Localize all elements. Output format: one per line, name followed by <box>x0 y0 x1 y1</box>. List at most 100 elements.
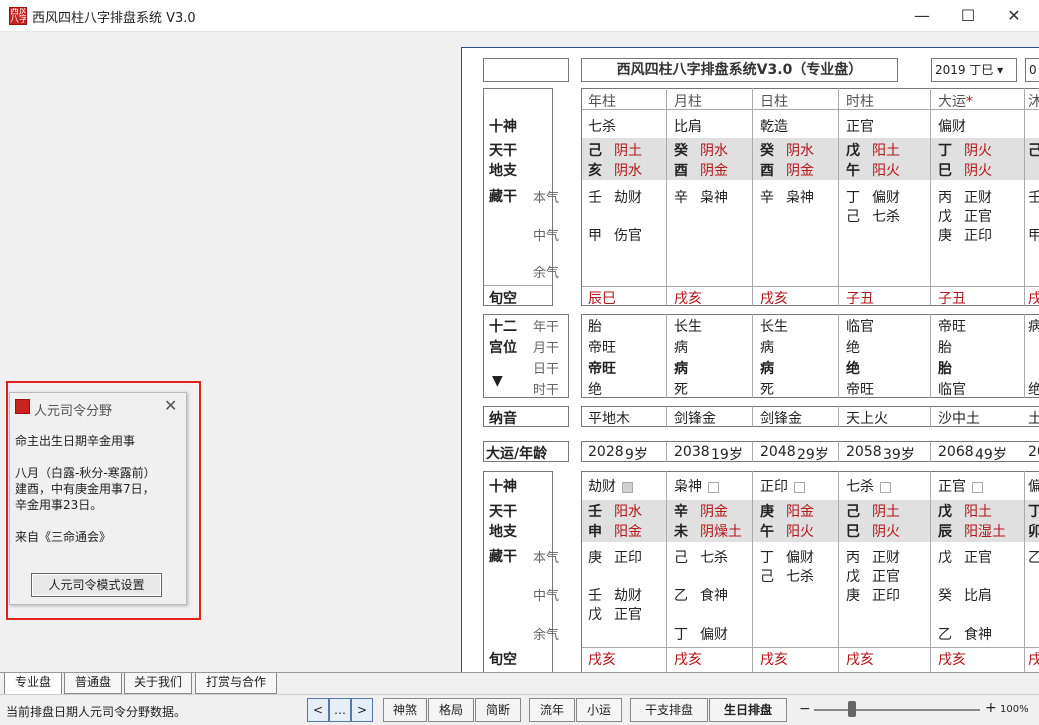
shengri-paipan-button[interactable]: 生日排盘 <box>709 698 787 722</box>
dy-dizhi-wuxing: 阴火 <box>872 524 900 540</box>
zoom-in-button[interactable]: + <box>985 700 997 716</box>
benqi-god: 劫财 <box>614 190 642 206</box>
dy-benqi2-stem: 己 <box>760 569 774 585</box>
dy-shishen-value: 枭神 <box>674 476 719 496</box>
liunian-button[interactable]: 流年 <box>529 698 575 722</box>
year-select[interactable]: 2019 丁巳 ▾ <box>931 58 1017 82</box>
dayun-checkbox[interactable] <box>972 481 983 493</box>
dayun-checkbox[interactable] <box>794 481 805 493</box>
column-divider <box>930 314 931 398</box>
dy-dizhi-char: 午 <box>760 524 774 540</box>
tab-donate[interactable]: 打赏与合作 <box>195 673 277 694</box>
zoom-slider-thumb[interactable] <box>848 701 856 717</box>
dy-zhongqi-god: 正印 <box>872 588 900 604</box>
benqi-label: 本气 <box>533 191 560 206</box>
partial-year: 20 <box>1028 444 1039 460</box>
jianduan-button[interactable]: 简断 <box>475 698 521 722</box>
close-window-button[interactable]: ✕ <box>991 0 1037 32</box>
renyuan-settings-button[interactable]: 人元司令模式设置 <box>31 573 162 597</box>
zhongqi-label: 中气 <box>533 229 560 244</box>
chart-board: 西风四柱八字排盘系统V3.0（专业盘） 2019 丁巳 ▾ 0 十神 天干 地支 藏干 本气中… <box>461 47 1039 672</box>
extra-select[interactable]: 0 <box>1025 58 1039 82</box>
xunkong-value: 戌亥 <box>760 291 788 307</box>
ganzhi-paipan-button[interactable]: 干支排盘 <box>630 698 708 722</box>
dayun-checkbox[interactable] <box>880 481 891 493</box>
column-divider <box>838 314 839 398</box>
dayun-checkbox[interactable] <box>622 481 633 493</box>
partial-xunkong: 戌 <box>1028 288 1039 308</box>
title-bar: 西风 八字 西风四柱八字排盘系统 V3.0 — ☐ ✕ <box>0 0 1039 32</box>
minimize-button[interactable]: — <box>899 0 945 32</box>
benqi2-stem: 己 <box>846 209 860 225</box>
benqi-god: 偏财 <box>872 190 900 206</box>
benqi-stem: 丁 <box>846 190 860 206</box>
dy-yuqi-stem: 乙 <box>938 627 952 643</box>
gongwei-label: 宫位 <box>489 340 517 356</box>
dy-xunkong-value: 戌亥 <box>846 652 874 668</box>
tab-about[interactable]: 关于我们 <box>124 673 192 694</box>
maximize-button[interactable]: ☐ <box>945 0 991 32</box>
more-button[interactable]: … <box>329 698 351 722</box>
window-title: 西风四柱八字排盘系统 V3.0 <box>32 11 196 26</box>
dy-benqi2-stem: 戊 <box>846 569 860 585</box>
app-logo-icon: 西风 八字 <box>9 7 27 25</box>
partial-gw1: 病 <box>1028 316 1039 336</box>
column-divider <box>1024 88 1025 306</box>
name-box[interactable] <box>483 58 569 82</box>
benqi-stem: 辛 <box>674 190 688 206</box>
xunkong-label: 旬空 <box>489 291 517 307</box>
xunkong-value: 戌亥 <box>674 291 702 307</box>
partial-zhongqi: 甲 <box>1028 225 1039 245</box>
dizhi-wuxing: 阳火 <box>872 163 900 179</box>
dizhi-char: 酉 <box>674 163 688 179</box>
column-divider <box>752 441 753 462</box>
app-logo-text: 西风 八字 <box>10 7 27 25</box>
zoom-out-button[interactable]: − <box>799 701 811 717</box>
nayin-label: 纳音 <box>489 411 517 427</box>
tiangan-char: 己 <box>588 143 602 159</box>
column-header: 日柱 <box>760 94 788 110</box>
status-text: 当前排盘日期人元司令分野数据。 <box>6 705 187 719</box>
dy-yuqi-god: 偏财 <box>700 627 728 643</box>
rigan-label: 日干 <box>533 362 560 377</box>
xunkong-divider <box>582 286 1039 287</box>
dy-benqi-god: 偏财 <box>786 550 814 566</box>
shensha-button[interactable]: 神煞 <box>383 698 427 722</box>
partial-dy-gan: 丁 <box>1028 501 1039 521</box>
tiangan-char: 癸 <box>674 143 688 159</box>
popup-close-icon[interactable]: ✕ <box>164 396 177 415</box>
zoom-slider[interactable] <box>814 709 980 711</box>
xiaoyun-button[interactable]: 小运 <box>576 698 622 722</box>
dy-dizhi-char: 巳 <box>846 524 860 540</box>
dizhi-char: 亥 <box>588 163 602 179</box>
dayun-checkbox[interactable] <box>708 481 719 493</box>
dy-xunkong-label: 旬空 <box>489 652 517 668</box>
dayun-year: 2048 <box>760 444 796 460</box>
dy-dizhi-wuxing: 阳湿土 <box>964 524 1006 540</box>
dy-benqi-stem: 庚 <box>588 550 602 566</box>
niangan-label: 年干 <box>533 320 560 335</box>
tab-pro[interactable]: 专业盘 <box>4 673 62 695</box>
dy-dizhi-char: 申 <box>588 524 602 540</box>
tab-normal[interactable]: 普通盘 <box>64 673 122 694</box>
shishen-label: 十神 <box>489 119 517 135</box>
column-divider <box>1024 471 1025 672</box>
geju-button[interactable]: 格局 <box>428 698 474 722</box>
benqi-god: 枭神 <box>786 190 814 206</box>
dayun-age: 39岁 <box>883 447 915 463</box>
zhongqi-god: 伤官 <box>614 228 642 244</box>
partial-nayin: 土 <box>1028 408 1039 428</box>
renyuan-popup: 人元司令分野 ✕ 命主出生日期辛金用事 八月（白露-秋分-寒露前） 建酉，中有庚… <box>9 392 187 605</box>
popup-logo-icon <box>15 399 30 414</box>
gongwei-value: 临官 <box>938 382 966 398</box>
shishen-value: 正官 <box>846 119 874 135</box>
column-divider <box>838 406 839 427</box>
dizhi-wuxing: 阴金 <box>786 163 814 179</box>
expand-arrow-icon: ▼ <box>492 373 503 389</box>
xunkong-value: 辰巳 <box>588 291 616 307</box>
column-header: 月柱 <box>674 94 702 110</box>
next-button[interactable]: > <box>351 698 373 722</box>
gongwei-value: 帝旺 <box>846 382 874 398</box>
dy-yuqi-god: 食神 <box>964 627 992 643</box>
prev-button[interactable]: < <box>307 698 329 722</box>
